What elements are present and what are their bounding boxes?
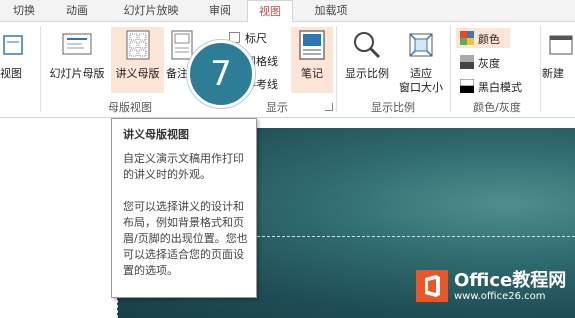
partial-view-label: 视图 xyxy=(0,67,22,80)
tab-review[interactable]: 审阅 xyxy=(198,0,242,21)
zoom-button[interactable]: 显示比例 xyxy=(340,27,394,93)
ribbon-tab-bar: 切换 动画 幻灯片放映 审阅 视图 加载项 xyxy=(0,0,575,23)
watermark-name: Office教程网 xyxy=(454,270,567,291)
handout-master-icon xyxy=(126,30,149,60)
notes-button[interactable]: 笔记 xyxy=(291,27,333,93)
tab-transitions[interactable]: 切换 xyxy=(4,0,44,21)
fit-label-line2: 窗口大小 xyxy=(399,81,443,94)
color-group-label: 颜色/灰度 xyxy=(473,101,521,114)
slide-master-icon xyxy=(62,33,92,55)
fit-window-icon xyxy=(409,33,433,57)
show-group-launcher-icon[interactable] xyxy=(325,103,333,111)
handout-master-label: 讲义母版 xyxy=(115,67,160,80)
fit-to-window-button[interactable]: 适应 窗口大小 xyxy=(395,27,447,94)
black-white-swatch-icon xyxy=(460,79,474,93)
handout-master-button[interactable]: 讲义母版 xyxy=(111,27,164,93)
watermark-url: www.office26.com xyxy=(454,291,546,302)
view-icon xyxy=(3,35,23,55)
tooltip-paragraph-2: 您可以选择讲义的设计和布局，例如背景格式和页眉/页脚的出现位置。您也可以选择适合… xyxy=(123,200,248,277)
tab-view[interactable]: 视图 xyxy=(247,0,293,23)
slide-master-label: 幻灯片母版 xyxy=(49,67,105,80)
office-logo-icon xyxy=(416,270,448,302)
ruler-label: 标尺 xyxy=(245,32,267,45)
master-views-group-label: 母版视图 xyxy=(108,101,152,114)
color-label: 颜色 xyxy=(478,33,500,46)
black-white-label: 黑白模式 xyxy=(478,81,522,94)
tooltip-title: 讲义母版视图 xyxy=(123,128,189,141)
notes-label: 笔记 xyxy=(301,67,323,80)
new-window-button[interactable]: 新建 xyxy=(542,27,575,93)
slide-thumbnail-pane xyxy=(0,118,117,318)
new-window-label: 新建 xyxy=(542,67,564,80)
notes-master-icon xyxy=(171,30,193,60)
grayscale-label: 灰度 xyxy=(478,57,500,70)
black-white-button[interactable]: 黑白模式 xyxy=(456,76,532,96)
notes-pane-icon xyxy=(299,30,325,60)
handout-master-tooltip: 讲义母版视图 自定义演示文稿用作打印的讲义时的外观。 您可以选择讲义的设计和布局… xyxy=(111,118,257,298)
tooltip-paragraph-1: 自定义演示文稿用作打印的讲义时的外观。 xyxy=(123,152,244,181)
color-swatch-icon xyxy=(460,31,474,45)
magnifier-icon xyxy=(354,32,381,59)
zoom-group-label: 显示比例 xyxy=(371,101,415,114)
site-watermark: Office教程网 www.office26.com xyxy=(416,266,571,310)
new-window-icon xyxy=(549,35,573,55)
tab-animations[interactable]: 动画 xyxy=(57,0,97,21)
color-button[interactable]: 颜色 xyxy=(456,28,510,48)
zoom-label: 显示比例 xyxy=(345,67,389,80)
ruler-checkbox[interactable]: 标尺 xyxy=(229,30,279,45)
partial-view-button[interactable]: 视图 xyxy=(0,33,38,85)
grayscale-button[interactable]: 灰度 xyxy=(456,52,520,72)
slide-master-button[interactable]: 幻灯片母版 xyxy=(44,27,110,93)
tab-slideshow[interactable]: 幻灯片放映 xyxy=(112,0,190,21)
step-number-badge: 7 xyxy=(187,40,255,108)
tab-addins[interactable]: 加载项 xyxy=(305,0,357,21)
grayscale-swatch-icon xyxy=(460,55,474,69)
